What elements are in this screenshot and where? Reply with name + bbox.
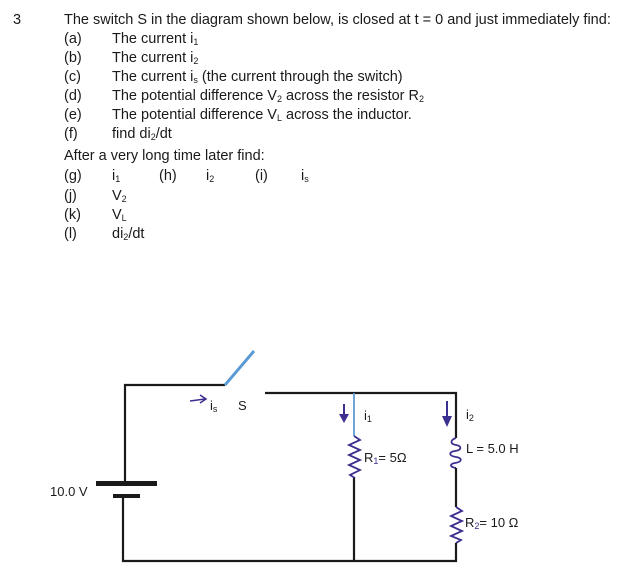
- wire-branch2-bottom: [121, 497, 458, 563]
- circuit-diagram: [96, 350, 465, 563]
- label-i1: i1: [364, 408, 372, 424]
- battery-plate-short: [113, 494, 140, 498]
- label-r2: R2= 10 Ω: [465, 515, 519, 531]
- arrow-i2-icon: [442, 401, 452, 427]
- label-is: is: [210, 398, 218, 414]
- inductor-coil: [449, 437, 462, 469]
- battery-plate-long: [96, 481, 157, 486]
- resistor-r2: [448, 506, 465, 544]
- arrow-i1-icon: [339, 404, 349, 423]
- label-r1: R1= 5Ω: [364, 450, 407, 466]
- label-inductor: L = 5.0 H: [466, 441, 519, 456]
- label-i2: i2: [466, 407, 474, 423]
- label-switch: S: [238, 398, 247, 413]
- arrow-is-icon: [189, 394, 208, 404]
- switch-blade[interactable]: [223, 350, 256, 386]
- wire-top-right: [265, 391, 458, 438]
- label-battery: 10.0 V: [50, 484, 88, 499]
- resistor-r1: [346, 435, 363, 479]
